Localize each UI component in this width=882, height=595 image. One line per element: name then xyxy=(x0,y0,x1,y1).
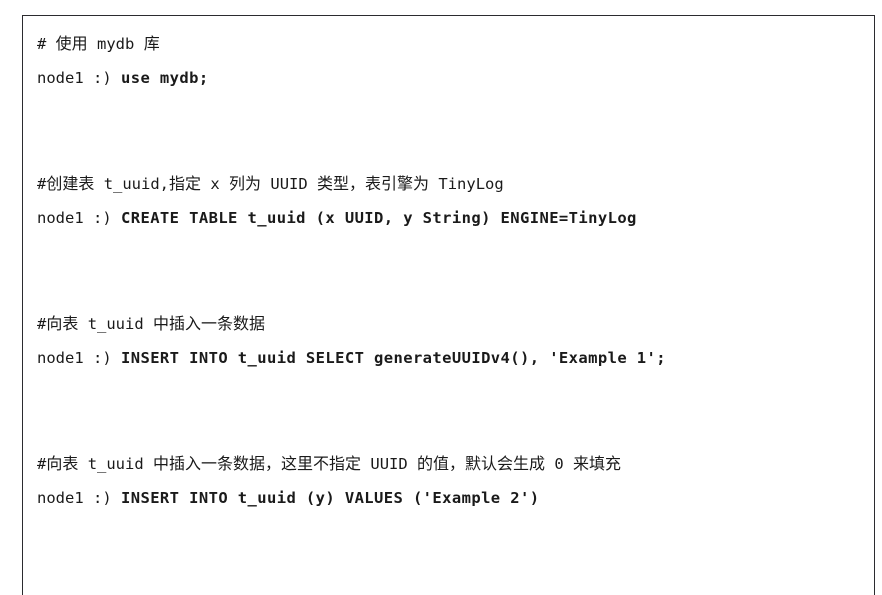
comment-text-cjk: 中插入一条数据，这里不指定 xyxy=(153,454,362,473)
comment-text-cjk: 来填充 xyxy=(573,454,622,473)
comment-text-latin: t_uuid xyxy=(78,455,154,473)
blank-line-4 xyxy=(37,271,874,306)
comment-text-latin: t_uuid xyxy=(78,315,154,333)
command-create-table: node1 :) CREATE TABLE t_uuid (x UUID, y … xyxy=(37,201,874,236)
shell-prompt: node1 :) xyxy=(37,209,121,227)
shell-prompt: node1 :) xyxy=(37,349,121,367)
command-insert-values: node1 :) INSERT INTO t_uuid (y) VALUES (… xyxy=(37,481,874,516)
comment-text-latin: # xyxy=(37,35,56,53)
blank-line-5 xyxy=(37,376,874,411)
comment-text-latin: x xyxy=(201,175,230,193)
code-lines: # 使用 mydb 库 node1 :) use mydb; #创建表 t_uui… xyxy=(37,26,874,551)
comment-text-cjk: 的值，默认会生成 xyxy=(417,454,546,473)
comment-text-latin: UUID xyxy=(261,175,318,193)
sql-statement: use mydb; xyxy=(121,69,209,87)
comment-text-cjk: 创建表 xyxy=(46,174,95,193)
comment-text-cjk: 中插入一条数据 xyxy=(153,314,266,333)
sql-statement: INSERT INTO t_uuid (y) VALUES ('Example … xyxy=(121,489,540,507)
comment-text-latin: mydb xyxy=(87,35,144,53)
comment-text-latin: TinyLog xyxy=(429,175,504,193)
comment-text-latin: 0 xyxy=(545,455,574,473)
comment-text-cjk: 库 xyxy=(143,34,160,53)
comment-insert-row-2: #向表 t_uuid 中插入一条数据，这里不指定 UUID 的值，默认会生成 0… xyxy=(37,446,874,481)
command-use-mydb: node1 :) use mydb; xyxy=(37,61,874,96)
comment-text-latin: # xyxy=(37,175,47,193)
comment-insert-row-1: #向表 t_uuid 中插入一条数据 xyxy=(37,306,874,341)
comment-text-latin: UUID xyxy=(361,455,418,473)
comment-text-latin: # xyxy=(37,455,47,473)
shell-prompt: node1 :) xyxy=(37,489,121,507)
comment-text-latin: # xyxy=(37,315,47,333)
comment-use-database: # 使用 mydb 库 xyxy=(37,26,874,61)
comment-text-cjk: 指定 xyxy=(169,174,202,193)
blank-line-6 xyxy=(37,411,874,446)
comment-text-cjk: 列为 xyxy=(229,174,262,193)
comment-text-latin: t_uuid, xyxy=(94,175,170,193)
blank-line-1 xyxy=(37,96,874,131)
comment-text-cjk: 使用 xyxy=(55,34,88,53)
comment-create-table: #创建表 t_uuid,指定 x 列为 UUID 类型，表引擎为 TinyLog xyxy=(37,166,874,201)
blank-line-2 xyxy=(37,131,874,166)
sql-statement: CREATE TABLE t_uuid (x UUID, y String) E… xyxy=(121,209,637,227)
comment-text-cjk: 向表 xyxy=(46,454,79,473)
sql-statement: INSERT INTO t_uuid SELECT generateUUIDv4… xyxy=(121,349,666,367)
shell-prompt: node1 :) xyxy=(37,69,121,87)
blank-line-7 xyxy=(37,516,874,551)
code-block-container[interactable]: # 使用 mydb 库 node1 :) use mydb; #创建表 t_uui… xyxy=(22,15,875,595)
command-insert-select: node1 :) INSERT INTO t_uuid SELECT gener… xyxy=(37,341,874,376)
blank-line-3 xyxy=(37,236,874,271)
comment-text-cjk: 向表 xyxy=(46,314,79,333)
comment-text-cjk: 类型，表引擎为 xyxy=(317,174,430,193)
